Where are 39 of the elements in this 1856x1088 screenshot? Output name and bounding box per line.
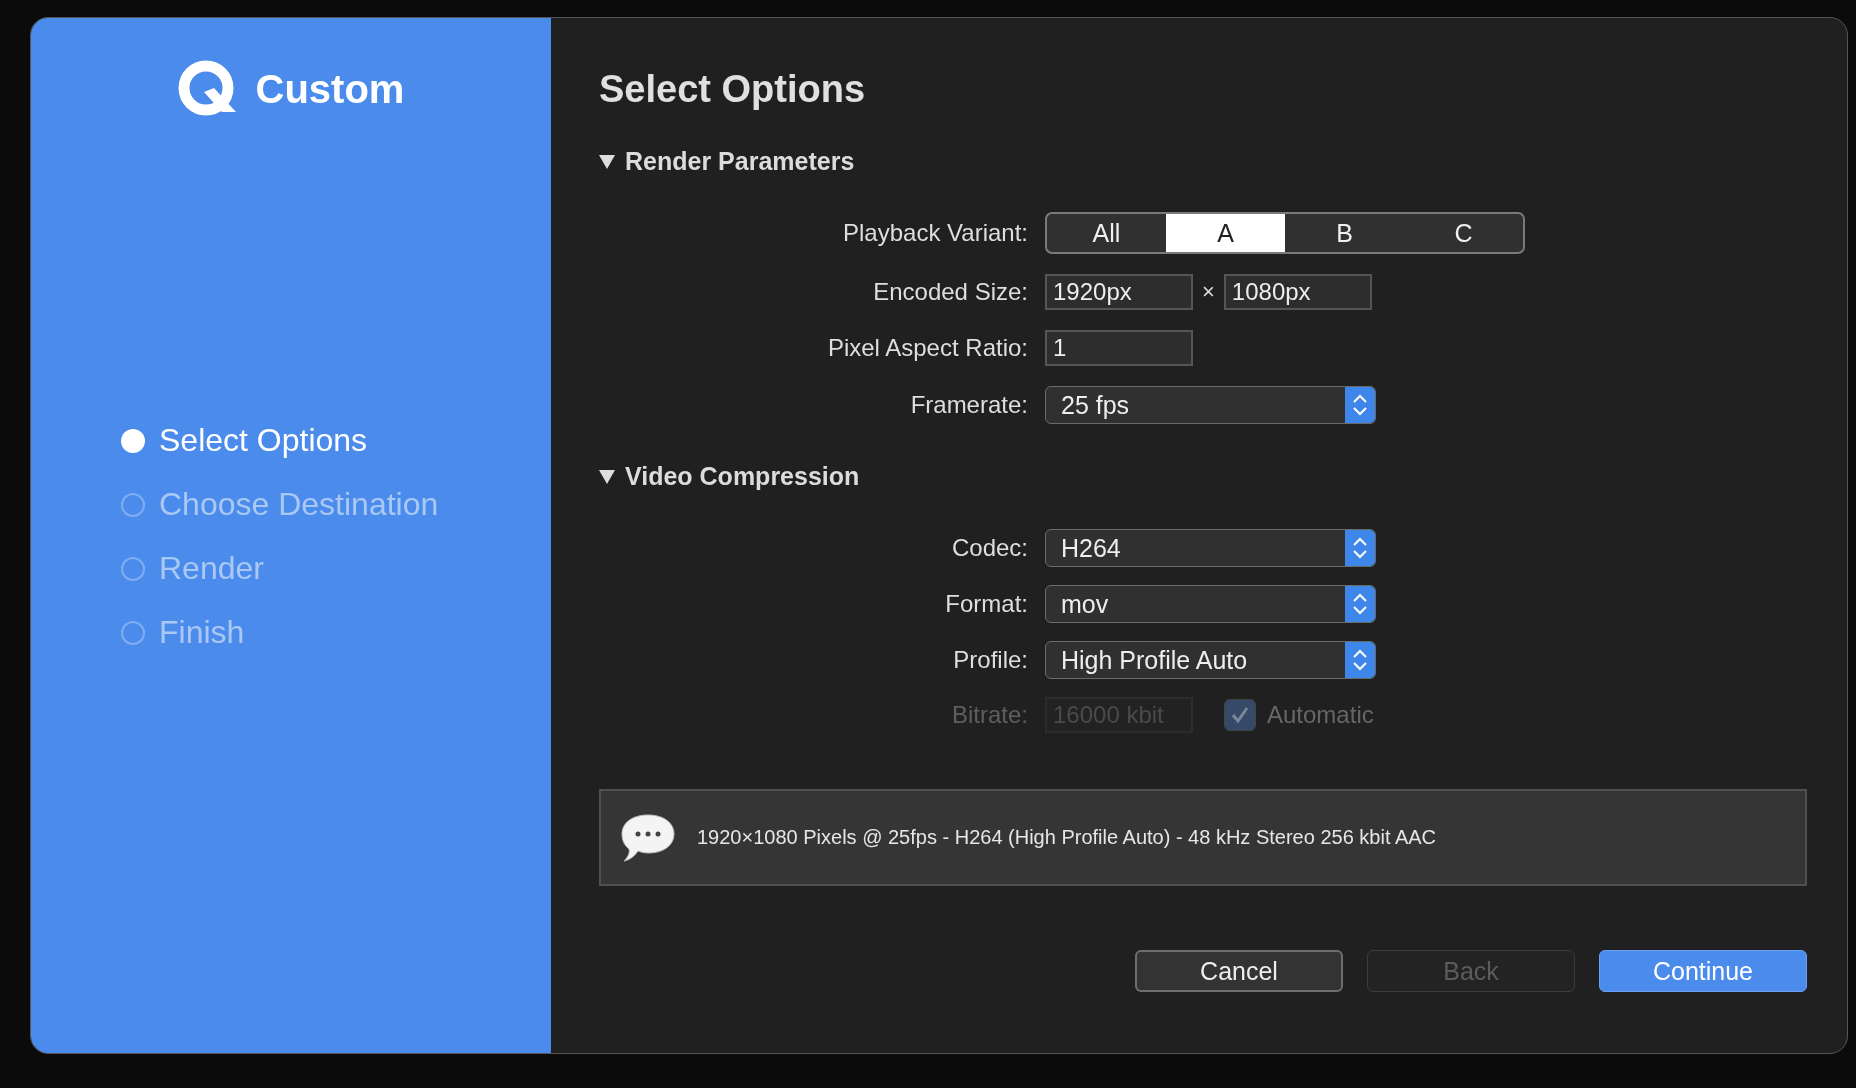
popup-button[interactable]: 25 fps [1045,386,1376,424]
popup-button[interactable]: H264 [1045,529,1376,567]
height-field[interactable]: 1080px [1223,274,1372,310]
stepper-icon [1345,586,1375,622]
app-title: Custom [255,66,405,112]
segment-button[interactable]: All [1047,214,1166,252]
input-field[interactable]: 1 [1045,330,1193,366]
field-label: Codec: [950,534,1028,562]
step-label: Render [159,550,264,587]
field-label: Pixel Aspect Ratio: [826,334,1028,362]
dialog-button[interactable]: Cancel [1135,950,1343,992]
step-label: Select Options [159,422,368,459]
section-title: Render Parameters [625,147,855,176]
summary-text: 1920×1080 Pixels @ 25fps - H264 (High Profile Auto) - 48 kHz Stereo 256 kbit AAC [697,826,1437,849]
popup-button[interactable]: High Profile Auto [1045,641,1376,679]
step-label: Finish [159,614,245,651]
times-sign: × [1202,279,1215,305]
disclosure-triangle-icon[interactable] [599,154,615,169]
field-label: Playback Variant: [842,219,1028,247]
stepper-icon [1345,642,1375,678]
speech-bubble-icon [619,811,677,864]
field-label: Profile: [952,646,1028,674]
field-label: Framerate: [909,391,1028,419]
step-label: Choose Destination [159,486,439,523]
field-label: Bitrate: [950,701,1028,729]
field-label: Encoded Size: [872,278,1028,306]
popup-button[interactable]: mov [1045,585,1376,623]
stepper-icon [1345,530,1375,566]
section-title: Video Compression [625,462,860,491]
q-logo-icon [177,60,238,118]
width-field[interactable]: 1920px [1045,274,1193,310]
segment-button[interactable]: B [1285,214,1404,252]
checkbox-label: Automatic [1267,701,1374,729]
field-label: Format: [944,590,1028,618]
page-heading: Select Options [599,68,867,111]
segment-button[interactable]: A [1166,214,1285,252]
stepper-icon [1345,387,1375,423]
disclosure-triangle-icon[interactable] [599,469,615,484]
segment-button[interactable]: C [1404,214,1523,252]
